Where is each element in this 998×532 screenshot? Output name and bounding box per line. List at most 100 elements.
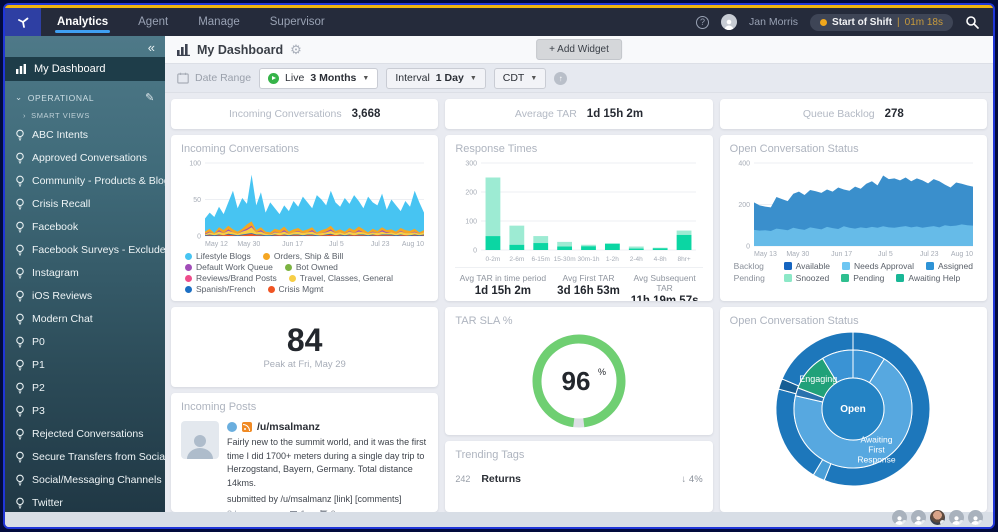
peak-value: 84 <box>287 324 323 356</box>
shift-timer: 01m 18s <box>905 17 943 28</box>
timezone-dropdown[interactable]: CDT ▼ <box>494 68 547 89</box>
timezone-value: CDT <box>503 72 525 84</box>
date-range-label: Date Range <box>195 72 251 84</box>
brand-logo[interactable] <box>5 8 41 36</box>
post-submitted-line: submitted by /u/msalmanz [link] [comment… <box>227 494 428 504</box>
sidebar-subsection-smart-views[interactable]: › SMART VIEWS <box>5 108 165 123</box>
kpi-label: Incoming Conversations <box>229 108 342 120</box>
sidebar-smart-view-list: ABC Intents Approved Conversations Commu… <box>5 123 165 512</box>
post-body: /u/msalmanz Fairly new to the summit wor… <box>227 421 428 512</box>
sidebar-smart-view-item[interactable]: Social/Messaging Channels <box>5 468 165 491</box>
gear-icon[interactable]: ⚙ <box>290 42 302 58</box>
sidebar-smart-view-item[interactable]: P2 <box>5 376 165 399</box>
kpi-label: Average TAR <box>515 108 577 120</box>
svg-text:Engaging: Engaging <box>800 374 838 384</box>
refresh-history-icon[interactable]: ↑ <box>554 72 567 85</box>
agent-avatar-photo[interactable] <box>930 510 945 525</box>
add-widget-button[interactable]: + Add Widget <box>536 39 622 60</box>
date-range-label-group: Date Range <box>177 72 251 84</box>
post-author-link[interactable]: /u/msalmanz <box>227 421 428 433</box>
calendar-icon <box>177 72 189 84</box>
response-times-widget: Response Times 01002003000-2m2-6m6-15m15… <box>445 135 712 301</box>
legend-color-dot <box>263 253 270 260</box>
rss-icon <box>242 422 252 432</box>
sidebar-smart-view-item[interactable]: Community - Products & Blogs <box>5 169 165 192</box>
sidebar-item-my-dashboard[interactable]: My Dashboard <box>5 57 165 81</box>
svg-text:200: 200 <box>738 202 750 209</box>
response-stat: Avg Subsequent TAR11h 19m 57s <box>627 273 703 301</box>
svg-text:%: % <box>598 367 606 377</box>
shift-status-pill[interactable]: Start of Shift | 01m 18s <box>810 14 953 31</box>
agent-avatar[interactable] <box>949 510 964 525</box>
edit-pencil-icon[interactable]: ✎ <box>145 91 155 104</box>
section-label: OPERATIONAL <box>28 93 94 103</box>
live-range-dropdown[interactable]: Live 3 Months ▼ <box>259 68 378 89</box>
user-avatar[interactable] <box>721 14 737 30</box>
smart-view-label: iOS Reviews <box>32 290 92 302</box>
dashboard-header: My Dashboard ⚙ + Add Widget <box>165 36 993 63</box>
open-status-sunburst-widget: Open Conversation Status OpenEngagingAwa… <box>720 307 987 512</box>
dashboard-content: Incoming Conversations 3,668 Average TAR… <box>165 93 993 512</box>
search-icon[interactable] <box>965 15 979 29</box>
trending-tag-row[interactable]: 242Returns↓ 4% <box>455 473 702 485</box>
tab-supervisor[interactable]: Supervisor <box>268 8 327 36</box>
response-times-chart: 01002003000-2m2-6m6-15m15-30m30m-1h1-2h2… <box>455 157 702 265</box>
legend-item: Assigned <box>926 261 973 271</box>
sidebar-smart-view-item[interactable]: Rejected Conversations <box>5 422 165 445</box>
sidebar-smart-view-item[interactable]: Instagram <box>5 261 165 284</box>
svg-text:1-2h: 1-2h <box>606 256 619 263</box>
lightbulb-icon <box>15 428 25 440</box>
sidebar-smart-view-item[interactable]: Facebook <box>5 215 165 238</box>
tab-agent[interactable]: Agent <box>136 8 170 36</box>
legend-item: Reviews/Brand Posts <box>185 273 277 283</box>
sidebar-smart-view-item[interactable]: ABC Intents <box>5 123 165 146</box>
sidebar-smart-view-item[interactable]: P0 <box>5 330 165 353</box>
incoming-conversations-widget: Incoming Conversations 050100May 12May 3… <box>171 135 438 301</box>
widget-title: Open Conversation Status <box>730 143 977 155</box>
user-name[interactable]: Jan Morris <box>749 16 798 28</box>
lightbulb-icon <box>15 405 25 417</box>
presence-badge <box>959 520 964 525</box>
sidebar-smart-view-item[interactable]: Secure Transfers from Social <box>5 445 165 468</box>
svg-text:May 30: May 30 <box>237 241 260 248</box>
lightbulb-icon <box>15 474 25 486</box>
sidebar-smart-view-item[interactable]: Modern Chat <box>5 307 165 330</box>
svg-text:May 13: May 13 <box>754 251 777 258</box>
agent-avatar[interactable] <box>892 510 907 525</box>
lightbulb-icon <box>15 336 25 348</box>
tab-manage[interactable]: Manage <box>196 8 242 36</box>
sidebar-dashboard-label: My Dashboard <box>34 63 106 75</box>
shift-label: Start of Shift <box>832 17 892 28</box>
sidebar-smart-view-item[interactable]: Facebook Surveys - Exclude S... <box>5 238 165 261</box>
legend-item: Bot Owned <box>285 262 338 272</box>
agent-presence-avatars <box>892 510 983 525</box>
kpi-label: Queue Backlog <box>803 108 875 120</box>
widget-title: Open Conversation Status <box>730 315 977 327</box>
collapse-sidebar-icon[interactable]: « <box>148 40 155 55</box>
widget-title: Incoming Posts <box>181 401 428 413</box>
person-icon <box>185 431 215 459</box>
svg-text:Jul 5: Jul 5 <box>878 251 893 258</box>
agent-avatar[interactable] <box>968 510 983 525</box>
svg-text:6-15m: 6-15m <box>532 256 550 263</box>
svg-text:300: 300 <box>466 161 478 168</box>
interval-dropdown[interactable]: Interval 1 Day ▼ <box>386 68 485 89</box>
sidebar-smart-view-item[interactable]: Twitter <box>5 491 165 512</box>
svg-text:100: 100 <box>466 219 478 226</box>
lightbulb-icon <box>15 244 25 256</box>
presence-badge <box>921 520 926 525</box>
svg-text:4-8h: 4-8h <box>654 256 667 263</box>
sidebar-smart-view-item[interactable]: P1 <box>5 353 165 376</box>
tab-analytics[interactable]: Analytics <box>55 8 110 36</box>
svg-text:8hr+: 8hr+ <box>678 256 691 263</box>
chevron-down-icon: ▼ <box>470 75 477 82</box>
agent-avatar[interactable] <box>911 510 926 525</box>
legend-item: Orders, Ship & Bill <box>263 251 343 261</box>
sidebar-smart-view-item[interactable]: Approved Conversations <box>5 146 165 169</box>
sidebar-smart-view-item[interactable]: iOS Reviews <box>5 284 165 307</box>
sidebar-section-operational[interactable]: ⌄ OPERATIONAL ✎ <box>5 81 165 108</box>
help-icon[interactable]: ? <box>696 16 709 29</box>
sidebar-smart-view-item[interactable]: P3 <box>5 399 165 422</box>
svg-text:0: 0 <box>746 244 750 251</box>
sidebar-smart-view-item[interactable]: Crisis Recall <box>5 192 165 215</box>
